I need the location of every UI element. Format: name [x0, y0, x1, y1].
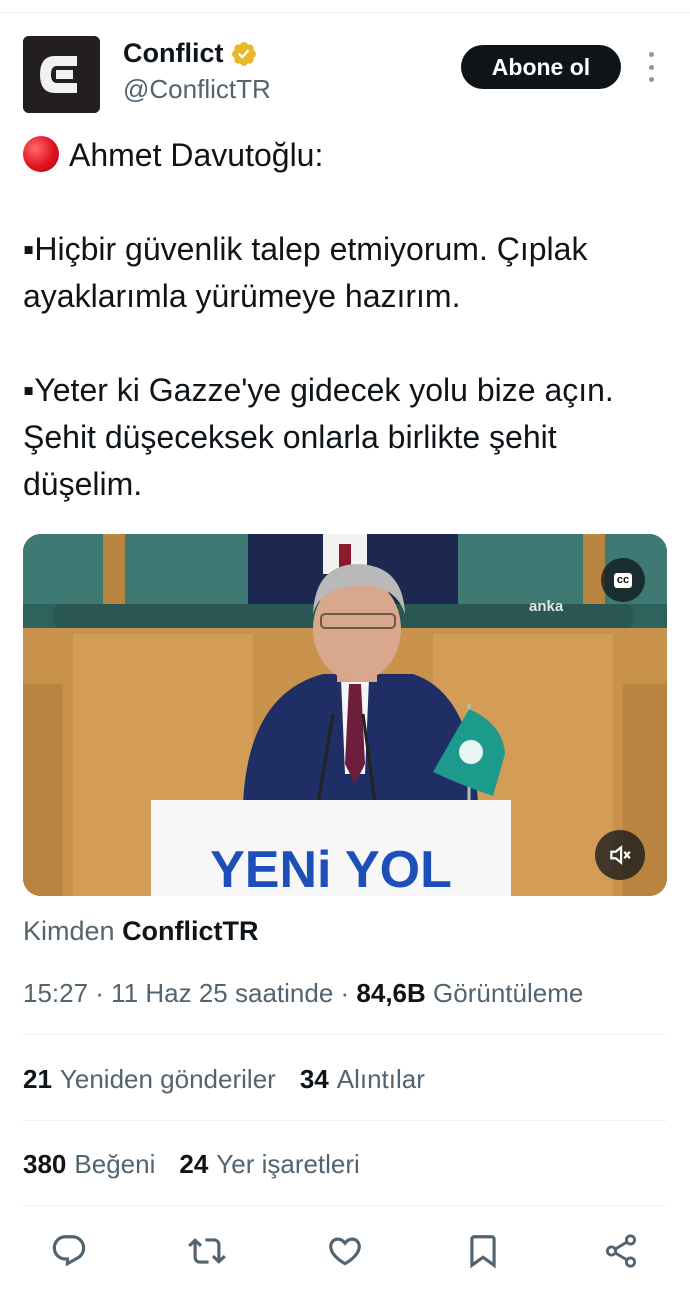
likes-count: 380 [23, 1149, 67, 1179]
like-icon [329, 1237, 361, 1266]
mute-button[interactable] [595, 830, 645, 880]
quotes-stat[interactable]: 34 Alıntılar [300, 1064, 425, 1095]
views-label: Görüntüleme [433, 978, 584, 1008]
avatar[interactable] [23, 36, 100, 113]
cc-label: cc [613, 572, 633, 588]
share-icon [605, 1234, 637, 1268]
bookmarks-count: 24 [179, 1149, 209, 1179]
tweet-text: Ahmet Davutoğlu: ▪Hiçbir güvenlik talep … [23, 132, 673, 508]
divider [23, 1120, 667, 1121]
share-button[interactable] [596, 1226, 646, 1276]
action-bar [0, 1226, 690, 1276]
handle[interactable]: @ConflictTR [123, 74, 271, 105]
repost-icon [188, 1238, 226, 1264]
reply-button[interactable] [44, 1226, 94, 1276]
reposts-label: Yeniden gönderiler [59, 1064, 276, 1094]
verified-badge-icon [230, 40, 258, 68]
likes-label: Beğeni [74, 1149, 156, 1179]
quotes-count: 34 [299, 1064, 329, 1094]
quotes-label: Alıntılar [336, 1064, 425, 1094]
reposts-count: 21 [23, 1064, 52, 1094]
video-watermark: anka [529, 598, 564, 615]
repost-button[interactable] [182, 1226, 232, 1276]
podium-text: YENi YOL [210, 841, 452, 896]
volume-muted-icon [610, 845, 631, 865]
views-count: 84,6B [356, 978, 426, 1008]
conflict-logo-icon [23, 36, 100, 113]
subscribe-button[interactable]: Abone ol [461, 45, 621, 89]
tweet-meta: 15:27 · 11 Haz 25 saatinde · 84,6B Görün… [23, 978, 583, 1009]
bookmarks-label: Yer işaretleri [216, 1149, 360, 1179]
divider [23, 1034, 667, 1035]
bookmark-button[interactable] [458, 1226, 508, 1276]
likes-stat[interactable]: 380 Beğeni [23, 1149, 155, 1180]
reposts-stat[interactable]: 21 Yeniden gönderiler [23, 1064, 276, 1095]
top-divider [0, 12, 690, 13]
source-line: Kimden ConflictTR [23, 916, 259, 947]
tweet-line-1: Ahmet Davutoğlu: [69, 137, 324, 173]
bookmarks-stat[interactable]: 24 Yer işaretleri [179, 1149, 359, 1180]
display-name[interactable]: Conflict [123, 38, 224, 69]
like-button[interactable] [320, 1226, 370, 1276]
closed-captions-button[interactable]: cc [601, 558, 645, 602]
bookmark-icon [470, 1235, 496, 1269]
source-prefix: Kimden [23, 916, 115, 946]
divider [23, 1205, 667, 1206]
stats-row-2: 380 Beğeni 24 Yer işaretleri [23, 1149, 360, 1180]
tweet-line-3: ▪Yeter ki Gazze'ye gidecek yolu bize açı… [23, 372, 614, 502]
more-vertical-icon[interactable] [640, 52, 662, 82]
video-frame: YENi YOL anka [23, 534, 667, 896]
source-name[interactable]: ConflictTR [122, 916, 258, 946]
video-player[interactable]: YENi YOL anka cc [23, 534, 667, 896]
reply-icon [52, 1235, 86, 1267]
stats-row-1: 21 Yeniden gönderiler 34 Alıntılar [23, 1064, 425, 1095]
red-circle-emoji-icon [23, 136, 59, 172]
timestamp[interactable]: 15:27 · 11 Haz 25 saatinde · [23, 978, 356, 1008]
tweet-line-2: ▪Hiçbir güvenlik talep etmiyorum. Çıplak… [23, 231, 588, 314]
